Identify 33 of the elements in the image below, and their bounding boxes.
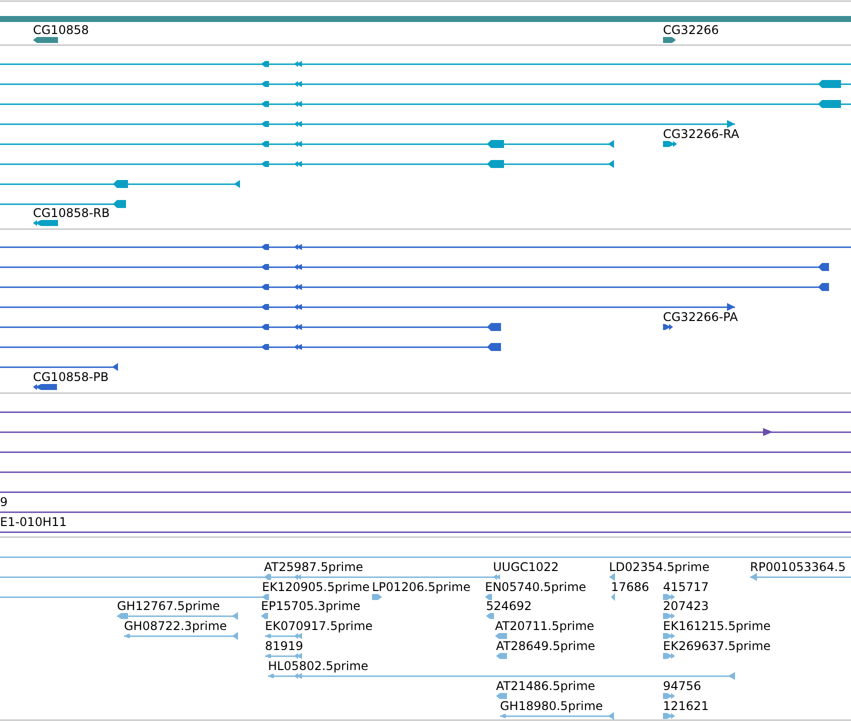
feature-label: 17686 xyxy=(611,580,650,594)
feature-label: CG32266 xyxy=(663,23,719,37)
feature-label: EK161215.5prime xyxy=(663,619,771,633)
feature-label: EK120905.5prime xyxy=(262,580,370,594)
feature-label: RP001053364.5 xyxy=(750,560,846,574)
feature-label: AT28649.5prime xyxy=(496,639,596,653)
feature-label: AT21486.5prime xyxy=(496,679,596,693)
feature-label: 94756 xyxy=(663,679,702,693)
feature-label: 415717 xyxy=(663,580,709,594)
feature-label: CG10858 xyxy=(33,23,89,37)
feature-label: GH08722.3prime xyxy=(124,619,227,633)
feature-label: CG10858-RB xyxy=(33,206,110,220)
feature-label: CG32266-PA xyxy=(663,310,738,324)
feature-label: E1-010H11 xyxy=(0,515,67,529)
feature-label: AT25987.5prime xyxy=(264,560,364,574)
feature-label: LP01206.5prime xyxy=(372,580,471,594)
feature-label: CG10858-PB xyxy=(33,370,109,384)
feature-label: EK070917.5prime xyxy=(265,619,373,633)
feature-label: CG32266-RA xyxy=(663,127,740,141)
feature-label: 524692 xyxy=(486,599,532,613)
feature-label: LD02354.5prime xyxy=(609,560,710,574)
feature-label: UUGC1022 xyxy=(493,560,559,574)
feature-label: GH18980.5prime xyxy=(500,699,603,713)
feature-label: GH12767.5prime xyxy=(117,599,220,613)
feature-label: EN05740.5prime xyxy=(485,580,586,594)
feature-label: 9 xyxy=(0,495,8,509)
feature-label: 81919 xyxy=(265,639,304,653)
feature-label: EP15705.3prime xyxy=(261,599,360,613)
feature-label: 121621 xyxy=(663,699,709,713)
feature-label: AT20711.5prime xyxy=(495,619,594,633)
feature-label: 207423 xyxy=(663,599,709,613)
feature-label: HL05802.5prime xyxy=(268,659,368,673)
feature-label: EK269637.5prime xyxy=(663,639,771,653)
